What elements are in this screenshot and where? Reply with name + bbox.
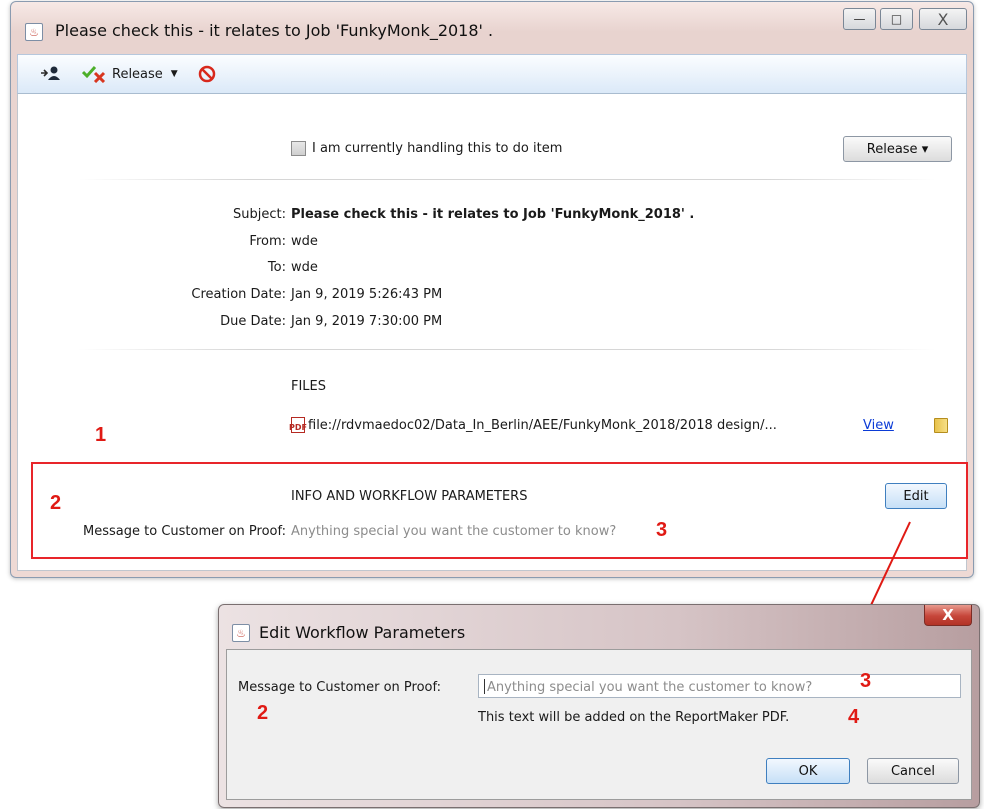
java-app-icon: ♨	[232, 624, 250, 642]
stop-icon	[198, 65, 216, 83]
from-value: wde	[291, 234, 318, 249]
pdf-file-icon: PDF	[289, 417, 307, 433]
dialog-message-label: Message to Customer on Proof:	[238, 680, 441, 695]
window-title: Please check this - it relates to Job 'F…	[55, 21, 494, 40]
window-controls: — □ X	[839, 2, 967, 42]
separator	[78, 349, 936, 350]
handling-checkbox[interactable]	[291, 141, 306, 156]
dialog-title: Edit Workflow Parameters	[259, 623, 466, 642]
maximize-button[interactable]: □	[880, 8, 913, 30]
java-app-icon: ♨	[25, 23, 43, 41]
title-bar: ♨ Please check this - it relates to Job …	[11, 2, 973, 54]
to-value: wde	[291, 260, 318, 275]
files-heading: FILES	[291, 379, 327, 394]
due-date-value: Jan 9, 2019 7:30:00 PM	[291, 314, 443, 329]
dialog-close-button[interactable]: X	[924, 605, 972, 626]
text-caret	[484, 679, 485, 694]
cancel-button[interactable]: Cancel	[867, 758, 959, 784]
folder-icon[interactable]	[934, 418, 948, 433]
separator	[78, 179, 936, 180]
message-input[interactable]: Anything special you want the customer t…	[478, 674, 961, 698]
view-file-link[interactable]: View	[863, 418, 894, 433]
release-dropdown-button[interactable]: Release ▾	[843, 136, 952, 162]
annotation-4: 4	[848, 706, 860, 728]
subject-label: Subject:	[233, 207, 286, 222]
close-button[interactable]: X	[919, 8, 967, 30]
assign-user-icon	[41, 66, 60, 80]
annotation-1: 1	[95, 424, 107, 446]
assign-user-button[interactable]	[40, 65, 62, 81]
chevron-down-icon: ▼	[170, 69, 178, 79]
toolbar-release-label: Release	[112, 66, 163, 82]
cancel-task-button[interactable]	[198, 65, 216, 83]
dialog-hint: This text will be added on the ReportMak…	[478, 710, 790, 725]
creation-date-label: Creation Date:	[191, 287, 286, 302]
file-path: file://rdvmaedoc02/Data_In_Berlin/AEE/Fu…	[308, 418, 777, 433]
minimize-button[interactable]: —	[843, 8, 876, 30]
annotation-3: 3	[860, 670, 872, 692]
subject-value: Please check this - it relates to Job 'F…	[291, 207, 695, 222]
annotation-3: 3	[656, 519, 668, 541]
edit-workflow-dialog: ♨ Edit Workflow Parameters X Message to …	[218, 604, 980, 808]
handling-checkbox-label: I am currently handling this to do item	[312, 141, 563, 156]
check-cross-icon	[82, 66, 106, 83]
creation-date-value: Jan 9, 2019 5:26:43 PM	[291, 287, 443, 302]
message-input-placeholder: Anything special you want the customer t…	[487, 680, 813, 695]
from-label: From:	[249, 234, 286, 249]
highlight-box	[31, 462, 968, 559]
annotation-2: 2	[257, 702, 269, 724]
due-date-label: Due Date:	[220, 314, 286, 329]
to-label: To:	[267, 260, 286, 275]
toolbar-release-button[interactable]: Release ▼	[82, 65, 178, 83]
annotation-2: 2	[50, 492, 62, 514]
ok-button[interactable]: OK	[766, 758, 850, 784]
toolbar: Release ▼	[17, 54, 967, 94]
